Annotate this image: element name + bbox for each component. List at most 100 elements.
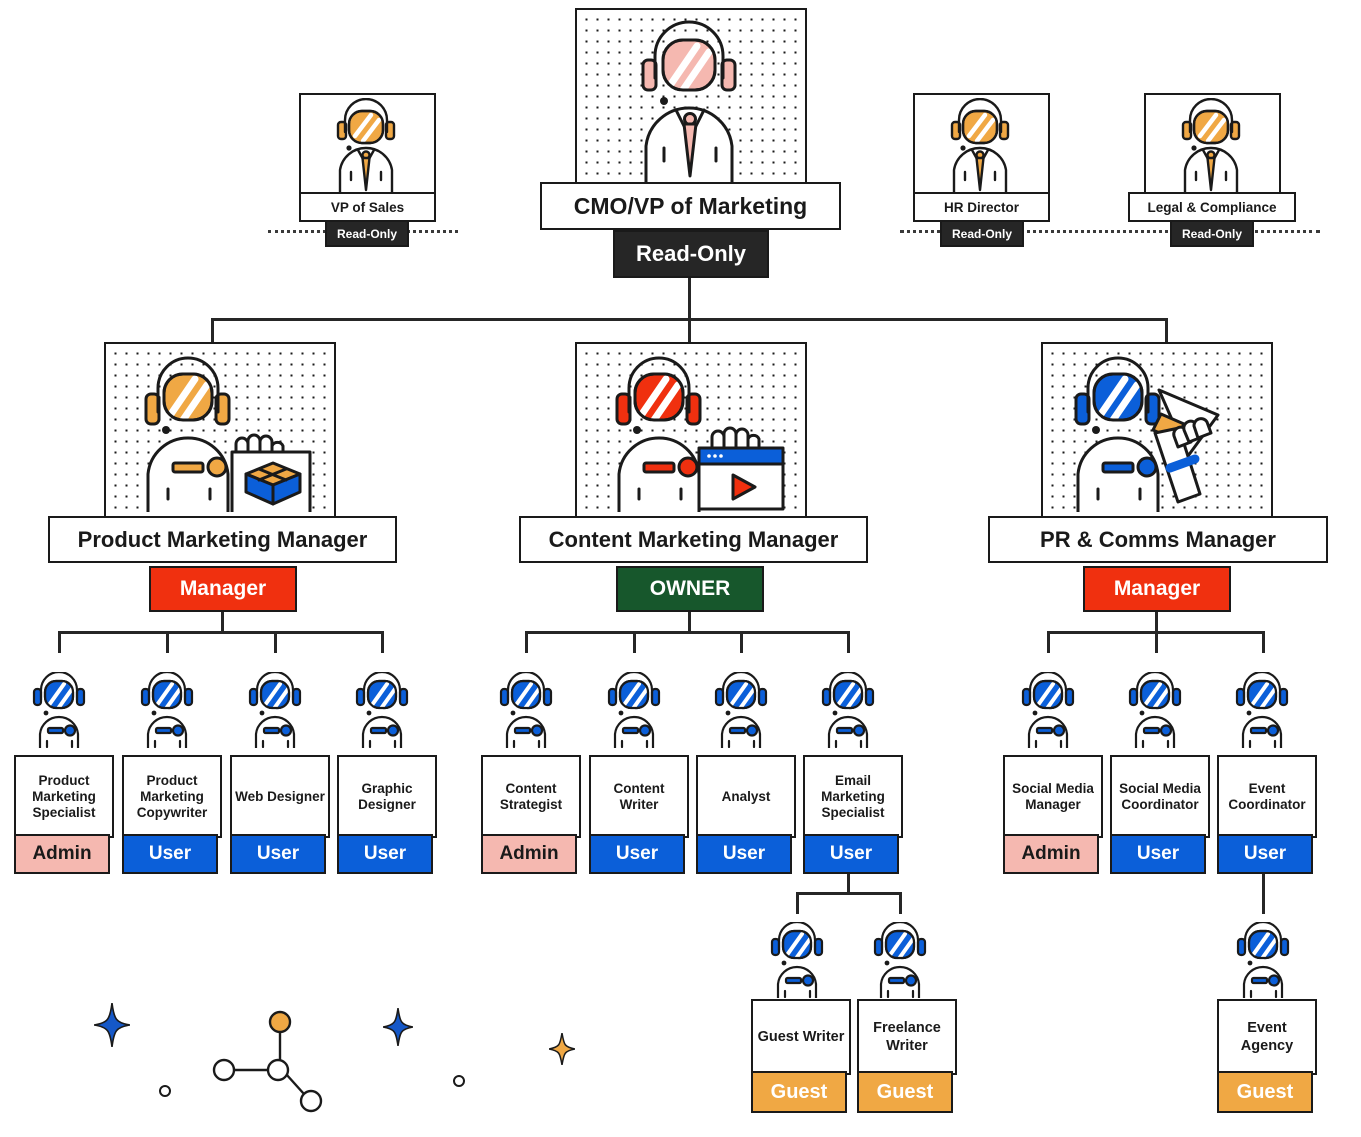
cmo-title[interactable]: CMO/VP of Marketing	[540, 182, 841, 230]
content-manager-title[interactable]: Content Marketing Manager	[519, 516, 868, 563]
staff-badge-label: User	[148, 843, 192, 864]
circle-outline-small-icon	[158, 1084, 172, 1098]
staff-title-analyst[interactable]: Analyst	[696, 755, 796, 838]
staff-badge-analyst[interactable]: User	[696, 834, 792, 874]
staff-badge-graphic-designer[interactable]: User	[337, 834, 433, 874]
staff-badge-content-strategist[interactable]: Admin	[481, 834, 577, 874]
node-link-cluster-icon	[208, 1008, 328, 1113]
legal-badge[interactable]: Read-Only	[1170, 220, 1254, 247]
star-four-point-blue-icon	[383, 1008, 413, 1046]
staff-badge-label: Admin	[1021, 843, 1081, 864]
staff-label: Email Marketing Specialist	[821, 772, 885, 820]
astronaut-small-blue-icon	[1234, 672, 1290, 748]
staff-title-email-marketing-specialist[interactable]: Email Marketing Specialist	[803, 755, 903, 838]
connector-drop-cw	[633, 631, 636, 653]
pr-manager-badge[interactable]: Manager	[1083, 566, 1231, 612]
staff-title-social-media-manager[interactable]: Social Media Manager	[1003, 755, 1103, 838]
product-manager-label: Product Marketing Manager	[77, 526, 368, 552]
connector-content-bus	[525, 631, 850, 634]
guest-label: Guest Writer	[757, 1029, 845, 1045]
legal-label: Legal & Compliance	[1147, 199, 1277, 215]
connector-drop-smm	[1047, 631, 1050, 653]
guest-badge-guest-writer[interactable]: Guest	[751, 1071, 847, 1113]
connector-drop-pms	[58, 631, 61, 653]
staff-badge-label: User	[722, 843, 766, 864]
vp-sales-title[interactable]: VP of Sales	[299, 192, 436, 222]
guest-badge-label: Guest	[1236, 1080, 1294, 1103]
staff-title-event-coordinator[interactable]: Event Coordinator	[1217, 755, 1317, 838]
staff-badge-social-media-manager[interactable]: Admin	[1003, 834, 1099, 874]
staff-badge-product-marketing-copywriter[interactable]: User	[122, 834, 218, 874]
staff-badge-content-writer[interactable]: User	[589, 834, 685, 874]
content-manager-badge[interactable]: OWNER	[616, 566, 764, 612]
astronaut-small-blue-icon	[606, 672, 662, 748]
staff-badge-web-designer[interactable]: User	[230, 834, 326, 874]
legal-badge-label: Read-Only	[1181, 226, 1242, 241]
astronaut-small-blue-icon	[1020, 672, 1076, 748]
guest-badge-label: Guest	[876, 1080, 934, 1103]
astronaut-small-blue-icon	[713, 672, 769, 748]
connector-drop-pmc	[166, 631, 169, 653]
connector-drop-cst	[525, 631, 528, 653]
astronaut-box-orange-icon	[128, 352, 318, 512]
staff-badge-event-coordinator[interactable]: User	[1217, 834, 1313, 874]
astronaut-small-blue-icon	[498, 672, 554, 748]
legal-title[interactable]: Legal & Compliance	[1128, 192, 1296, 222]
circle-outline-small-icon	[452, 1074, 466, 1088]
guest-label: Freelance Writer	[873, 1020, 941, 1054]
astronaut-small-blue-icon	[1127, 672, 1183, 748]
product-manager-title[interactable]: Product Marketing Manager	[48, 516, 397, 563]
staff-label: Web Designer	[235, 788, 325, 804]
astronaut-small-blue-icon	[31, 672, 87, 748]
staff-badge-label: User	[1136, 843, 1180, 864]
org-chart-canvas: VP of Sales Read-Only CMO/VP of Marketin…	[0, 0, 1361, 1137]
staff-badge-label: User	[829, 843, 873, 864]
staff-badge-email-marketing-specialist[interactable]: User	[803, 834, 899, 874]
staff-label: Graphic Designer	[358, 780, 416, 812]
guest-label: Event Agency	[1240, 1020, 1294, 1054]
astronaut-executive-orange-icon	[936, 98, 1024, 196]
connector-drop-cmm	[688, 318, 691, 342]
guest-title-event-agency[interactable]: Event Agency	[1217, 999, 1317, 1075]
connector-product-bus	[58, 631, 383, 634]
guest-title-freelance-writer[interactable]: Freelance Writer	[857, 999, 957, 1075]
connector-drop-fw	[899, 892, 902, 914]
hr-director-title[interactable]: HR Director	[913, 192, 1050, 222]
guest-badge-freelance-writer[interactable]: Guest	[857, 1071, 953, 1113]
pr-manager-badge-label: Manager	[1113, 577, 1201, 600]
staff-title-content-strategist[interactable]: Content Strategist	[481, 755, 581, 838]
product-manager-badge[interactable]: Manager	[149, 566, 297, 612]
astronaut-executive-orange-icon	[1167, 98, 1255, 196]
staff-badge-label: Admin	[499, 843, 559, 864]
hr-director-badge-label: Read-Only	[951, 226, 1012, 241]
pr-manager-label: PR & Comms Manager	[1040, 526, 1276, 552]
staff-title-content-writer[interactable]: Content Writer	[589, 755, 689, 838]
guest-badge-event-agency[interactable]: Guest	[1217, 1071, 1313, 1113]
staff-title-graphic-designer[interactable]: Graphic Designer	[337, 755, 437, 838]
cmo-badge[interactable]: Read-Only	[613, 230, 769, 278]
staff-label: Social Media Manager	[1012, 780, 1094, 812]
staff-title-social-media-coordinator[interactable]: Social Media Coordinator	[1110, 755, 1210, 838]
vp-sales-badge[interactable]: Read-Only	[325, 220, 409, 247]
staff-title-product-marketing-specialist[interactable]: Product Marketing Specialist	[14, 755, 114, 838]
connector-drop-webd	[274, 631, 277, 653]
staff-badge-product-marketing-specialist[interactable]: Admin	[14, 834, 110, 874]
staff-label: Event Coordinator	[1228, 780, 1306, 812]
staff-title-product-marketing-copywriter[interactable]: Product Marketing Copywriter	[122, 755, 222, 838]
staff-badge-social-media-coordinator[interactable]: User	[1110, 834, 1206, 874]
staff-label: Product Marketing Specialist	[32, 772, 96, 820]
guest-title-guest-writer[interactable]: Guest Writer	[751, 999, 851, 1075]
astronaut-small-blue-icon	[247, 672, 303, 748]
content-manager-badge-label: OWNER	[649, 577, 731, 600]
hr-director-badge[interactable]: Read-Only	[940, 220, 1024, 247]
astronaut-small-blue-icon	[139, 672, 195, 748]
staff-label: Social Media Coordinator	[1119, 780, 1201, 812]
cmo-label: CMO/VP of Marketing	[573, 192, 808, 219]
product-manager-badge-label: Manager	[179, 577, 267, 600]
staff-title-web-designer[interactable]: Web Designer	[230, 755, 330, 838]
vp-sales-badge-label: Read-Only	[336, 226, 397, 241]
astronaut-small-blue-icon	[769, 922, 825, 998]
pr-manager-title[interactable]: PR & Comms Manager	[988, 516, 1328, 563]
staff-label: Analyst	[721, 788, 771, 804]
content-manager-label: Content Marketing Manager	[548, 526, 839, 552]
